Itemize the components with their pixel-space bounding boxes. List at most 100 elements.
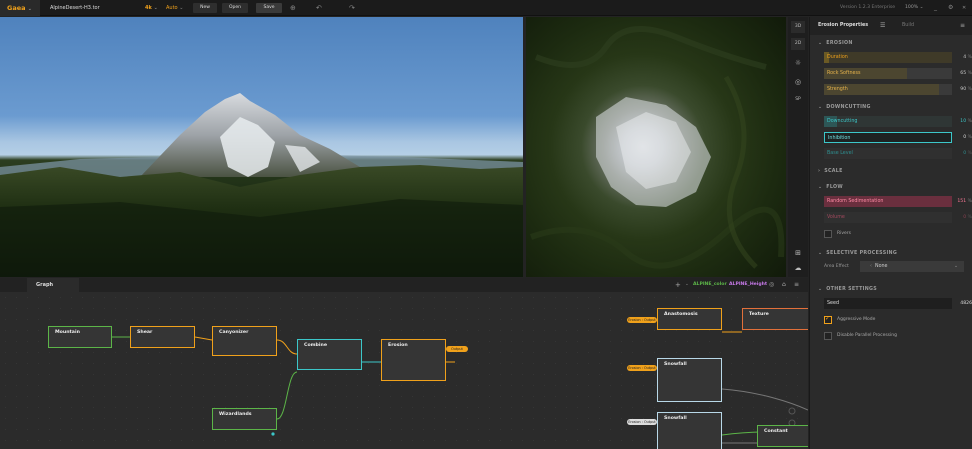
rivers-checkbox[interactable] — [824, 230, 832, 238]
section-flow-header[interactable]: ⌄ FLOW — [818, 185, 843, 190]
node-constant[interactable]: Constant — [757, 425, 808, 447]
node-canyonizer[interactable]: Canyonizer — [212, 326, 277, 356]
auto-label: Auto — [166, 5, 178, 11]
duration-slider[interactable]: Duration — [824, 52, 952, 63]
erosion-output-port[interactable]: Erosion : Output — [627, 365, 657, 371]
random-sedimentation-value: 151 % — [954, 196, 972, 207]
volume-slider[interactable]: Volume — [824, 212, 952, 223]
camera-icon[interactable]: ◎ — [791, 76, 805, 88]
section-flow-label: FLOW — [826, 185, 843, 190]
random-sedimentation-slider[interactable]: Random Sedimentation — [824, 196, 952, 207]
viewport-2d[interactable] — [526, 17, 786, 277]
seed-field[interactable]: Seed — [824, 298, 952, 309]
rock-softness-slider[interactable]: Rock Softness — [824, 68, 952, 79]
section-downcutting-label: DOWNCUTTING — [826, 105, 871, 110]
value-unit: % — [967, 151, 972, 156]
section-selective-header[interactable]: ⌄ SELECTIVE PROCESSING — [818, 251, 897, 256]
view-2d-button[interactable]: 2D — [791, 38, 805, 50]
slider-label: Duration — [827, 55, 848, 60]
target-icon[interactable]: ◎ — [769, 278, 774, 292]
file-name: AlpineDesert-H3.tor — [50, 5, 100, 11]
open-button[interactable]: Open — [222, 3, 248, 13]
tab-build[interactable]: Build — [902, 17, 914, 35]
section-erosion-label: EROSION — [826, 41, 853, 46]
erosion-output-port[interactable]: Output — [446, 346, 468, 352]
grid-icon[interactable]: ⊞ — [791, 247, 805, 259]
tab-erosion-properties[interactable]: Erosion Properties — [818, 17, 868, 35]
slider-label: Base Level — [827, 151, 853, 156]
value-number: 0 — [963, 151, 967, 156]
menu-icon[interactable]: ≡ — [960, 17, 965, 35]
app-logo: Gaea — [7, 4, 26, 12]
node-anastomosis[interactable]: Anastomosis — [657, 308, 722, 330]
view-3d-button[interactable]: 3D — [791, 21, 805, 33]
node-title: Shear — [137, 330, 153, 335]
node-graph-canvas[interactable]: Mountain Shear Canyonizer Combine Erosio… — [0, 292, 808, 449]
base-level-slider[interactable]: Base Level — [824, 148, 952, 159]
new-button[interactable]: New — [193, 3, 217, 13]
home-icon[interactable]: ⌂ — [782, 278, 786, 292]
node-wizardlands[interactable]: Wizardlands — [212, 408, 277, 430]
list-icon[interactable]: ☰ — [880, 17, 885, 35]
rock-softness-value: 65 % — [954, 68, 972, 79]
disable-parallel-checkbox[interactable] — [824, 332, 832, 340]
minimize-icon[interactable]: _ — [934, 0, 937, 16]
inhibition-value: 0 % — [954, 132, 972, 143]
zoom-dropdown[interactable]: 100% ⌄ — [905, 0, 923, 16]
section-erosion-header[interactable]: ⌄ EROSION — [818, 41, 853, 46]
node-snowfall[interactable]: Snowfall — [657, 412, 722, 449]
viewport-3d[interactable] — [0, 17, 523, 277]
settings-icon[interactable]: ⚙ — [948, 0, 953, 16]
node-combine[interactable]: Combine — [297, 339, 362, 370]
erosion-output-port[interactable]: Erosion : Output — [627, 317, 657, 323]
alpine-height-output[interactable]: ALPINE_Height — [729, 278, 767, 292]
alpine-color-output[interactable]: ALPINE_color — [693, 278, 727, 292]
redo-icon[interactable]: ↷ — [349, 0, 355, 16]
slider-label: Inhibition — [828, 136, 851, 141]
app-logo-menu[interactable]: Gaea ⌄ — [0, 0, 40, 16]
undo-icon[interactable]: ↶ — [316, 0, 322, 16]
node-mountain[interactable]: Mountain — [48, 326, 112, 348]
auto-build-button[interactable]: Auto ⌄ — [166, 0, 183, 16]
value-number: 90 — [960, 87, 967, 92]
node-title: Texture — [749, 312, 769, 317]
add-node-icon[interactable]: + — [675, 278, 681, 292]
chevron-down-icon[interactable]: ⌄ — [685, 278, 689, 292]
node-erosion[interactable]: Erosion — [381, 339, 446, 381]
graph-header: Graph + ⌄ ALPINE_color ALPINE_Height ◎ ⌂… — [0, 278, 808, 292]
section-selective-label: SELECTIVE PROCESSING — [826, 251, 898, 256]
node-title: Mountain — [55, 330, 80, 335]
aggressive-mode-checkbox[interactable]: ✓ — [824, 315, 832, 324]
cloud-icon[interactable]: ☁ — [791, 262, 805, 274]
inhibition-slider[interactable]: Inhibition — [824, 132, 952, 143]
section-scale-header[interactable]: › SCALE — [818, 169, 843, 174]
erosion-output-port[interactable]: Erosion : Output — [627, 419, 657, 425]
strength-slider[interactable]: Strength — [824, 84, 952, 95]
seed-value: 4826 — [960, 301, 972, 306]
value-number: 0 — [963, 215, 967, 220]
node-snowfall[interactable]: Snowfall — [657, 358, 722, 402]
area-effect-dropdown[interactable]: ‹ None ⌄ — [860, 261, 964, 272]
chevron-down-icon: ⌄ — [153, 5, 158, 11]
section-downcutting-header[interactable]: ⌄ DOWNCUTTING — [818, 105, 871, 110]
chevron-down-icon: ⌄ — [27, 6, 32, 12]
properties-panel: Erosion Properties ☰ Build ≡ ⌄ EROSION D… — [809, 17, 972, 449]
tab-graph[interactable]: Graph — [27, 278, 79, 292]
save-button[interactable]: Save — [256, 3, 282, 13]
menu-icon[interactable]: ≡ — [794, 278, 799, 292]
downcutting-slider[interactable]: Downcutting — [824, 116, 952, 127]
node-shear[interactable]: Shear — [130, 326, 195, 348]
value-number: 151 — [957, 199, 967, 204]
value-unit: % — [967, 71, 972, 76]
add-icon[interactable]: ⊕ — [290, 0, 296, 16]
rivers-label: Rivers — [837, 231, 852, 236]
node-texture[interactable]: Texture — [742, 308, 808, 330]
close-icon[interactable]: ✕ — [962, 0, 966, 16]
value-unit: % — [967, 119, 972, 124]
node-title: Canyonizer — [219, 330, 249, 335]
sp-button[interactable]: SP — [791, 94, 805, 106]
resolution-button[interactable]: 4k ⌄ — [145, 0, 158, 16]
sun-icon[interactable]: ☼ — [791, 57, 805, 69]
section-other-header[interactable]: ⌄ OTHER SETTINGS — [818, 287, 877, 292]
node-title: Constant — [764, 429, 788, 434]
